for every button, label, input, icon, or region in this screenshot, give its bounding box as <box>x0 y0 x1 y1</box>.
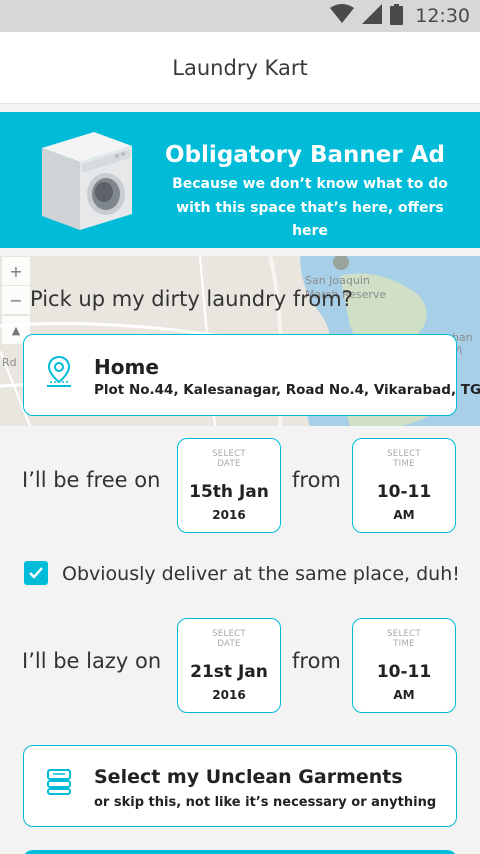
checkmark-icon <box>29 567 43 579</box>
banner-subtitle-line1: Because we don’t know what to do <box>172 176 448 192</box>
address-line: Plot No.44, Kalesanagar, Road No.4, Vika… <box>94 382 480 398</box>
washing-machine-icon <box>42 132 132 230</box>
folded-clothes-icon <box>47 769 71 795</box>
delivery-date-label: I’ll be lazy on <box>22 649 162 673</box>
same-place-checkbox[interactable] <box>24 561 48 585</box>
picker-caption: SELECT DATE <box>212 449 246 469</box>
status-bar: 12:30 <box>0 0 480 32</box>
pickup-from-label: from <box>292 468 341 492</box>
pickup-date-label: I’ll be free on <box>22 468 161 492</box>
delivery-period-value: AM <box>393 688 415 702</box>
banner-ad[interactable]: Obligatory Banner Ad Because we don’t kn… <box>0 112 480 248</box>
status-time: 12:30 <box>415 5 470 27</box>
zoom-in-button[interactable]: + <box>2 257 30 285</box>
delivery-year-value: 2016 <box>212 688 246 702</box>
pickup-date-value: 15th Jan <box>189 482 269 502</box>
picker-caption: SELECT TIME <box>387 629 421 649</box>
delivery-time-value: 10-11 <box>376 662 432 682</box>
garments-title: Select my Unclean Garments <box>94 766 403 788</box>
app-bar: Laundry Kart <box>0 32 480 104</box>
garments-subtitle: or skip this, not like it’s necessary or… <box>94 795 437 810</box>
picker-caption: SELECT DATE <box>212 629 246 649</box>
delivery-date-value: 21st Jan <box>190 662 268 682</box>
address-name: Home <box>94 355 159 379</box>
banner-title: Obligatory Banner Ad <box>165 142 445 168</box>
pickup-time-value: 10-11 <box>376 482 432 502</box>
app-title: Laundry Kart <box>172 55 308 80</box>
battery-icon <box>390 3 404 29</box>
picker-caption: SELECT TIME <box>387 449 421 469</box>
pickup-year-value: 2016 <box>212 508 246 522</box>
pickup-address-card[interactable]: Home Plot No.44, Kalesanagar, Road No.4,… <box>23 334 480 416</box>
pickup-period-value: AM <box>393 508 415 522</box>
delivery-date-picker[interactable]: SELECT DATE 21st Jan 2016 <box>177 618 281 713</box>
pickup-question: Pick up my dirty laundry from? <box>30 287 353 311</box>
zoom-out-button[interactable]: − <box>2 286 30 314</box>
pickup-date-picker[interactable]: SELECT DATE 15th Jan 2016 <box>177 438 281 533</box>
same-place-label: Obviously deliver at the same place, duh… <box>62 563 460 585</box>
banner-subtitle-line2: with this space that’s here, offers here <box>176 200 444 239</box>
signal-icon <box>362 4 383 28</box>
bottom-action-button[interactable] <box>23 850 457 854</box>
pickup-time-picker[interactable]: SELECT TIME 10-11 AM <box>352 438 456 533</box>
map-place-label-1: San Joaquin <box>305 274 370 287</box>
wifi-icon <box>330 4 355 28</box>
delivery-from-label: from <box>292 649 341 673</box>
map-road-label: Rd <box>2 356 17 369</box>
delivery-time-picker[interactable]: SELECT TIME 10-11 AM <box>352 618 456 713</box>
status-icons: 12:30 <box>330 0 470 32</box>
location-pin-icon <box>47 355 71 387</box>
select-garments-button[interactable]: Select my Unclean Garments or skip this,… <box>23 745 457 827</box>
